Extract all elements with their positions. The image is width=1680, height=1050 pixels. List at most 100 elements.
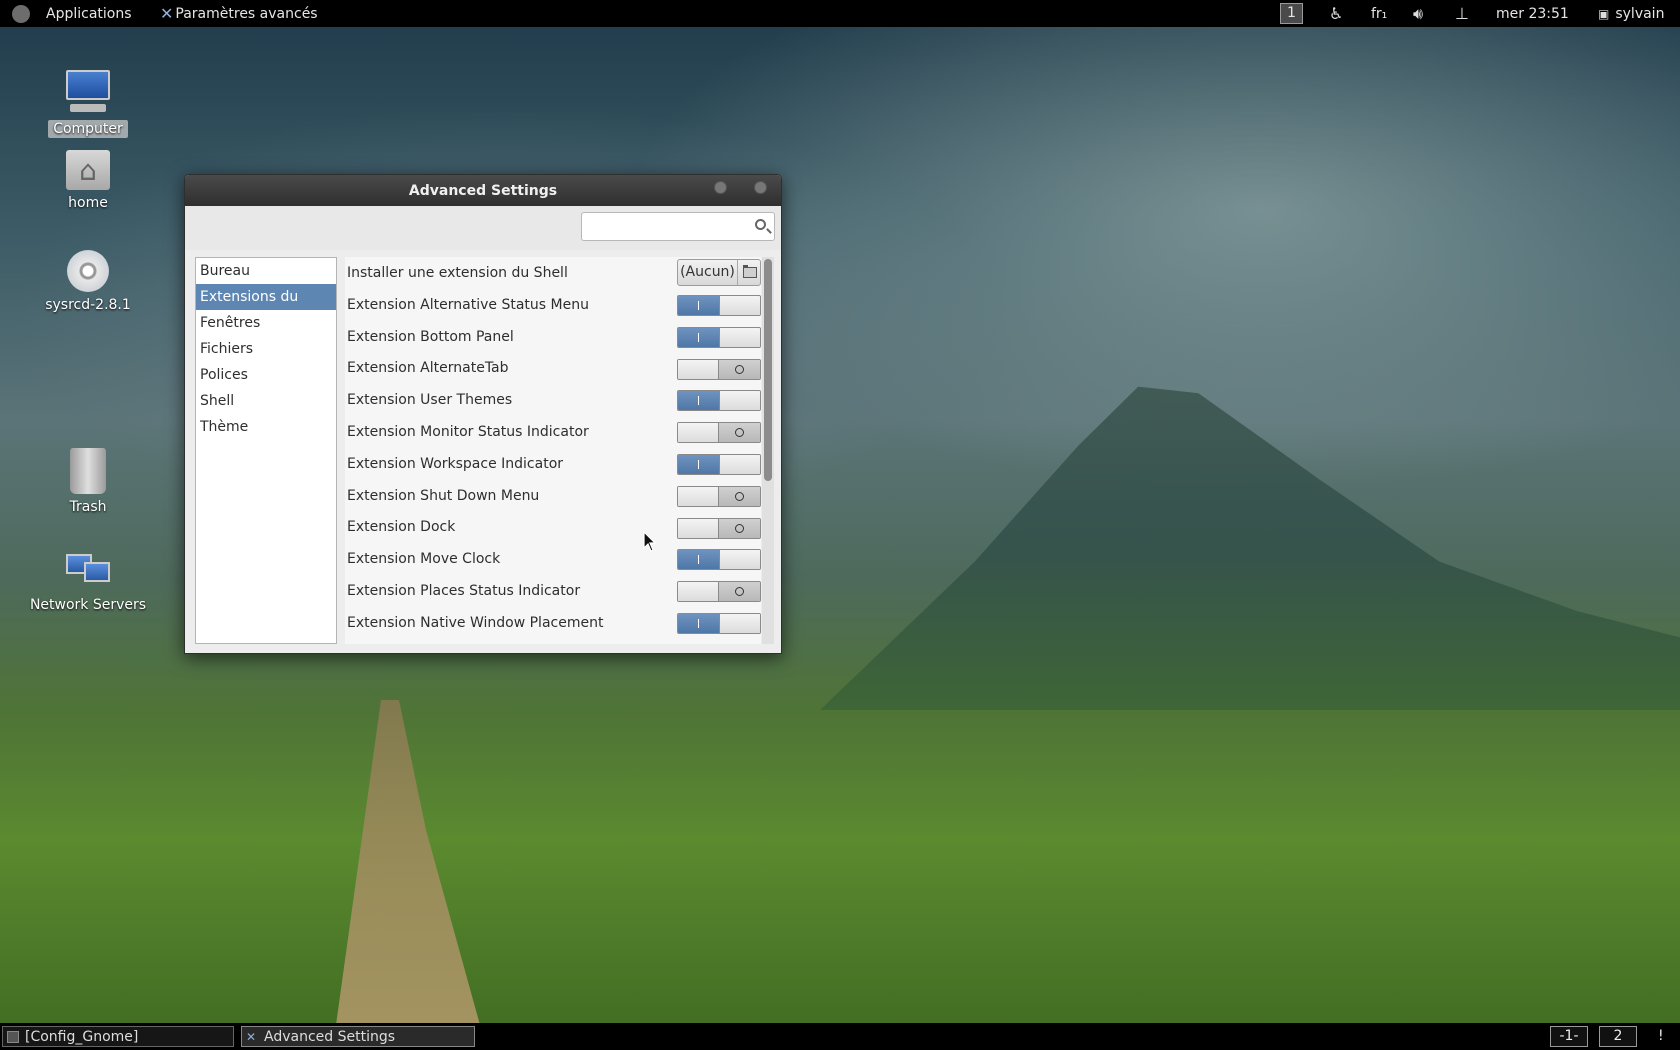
tools-icon: ✕	[246, 1029, 257, 1044]
desktop-icon-disc[interactable]: sysrcd-2.8.1	[13, 250, 163, 314]
search-field[interactable]	[581, 212, 775, 241]
clock[interactable]: mer 23:51	[1496, 0, 1569, 27]
extension-row: Extension Alternative Status Menu	[345, 289, 761, 321]
home-folder-icon	[66, 150, 110, 190]
wallpaper-path	[336, 700, 480, 1025]
sidebar-item-fenetres[interactable]: Fenêtres	[196, 310, 336, 336]
extension-toggle[interactable]	[677, 295, 761, 316]
gnome-foot-icon	[12, 4, 30, 23]
toggle-on-side	[678, 359, 719, 379]
window-titlebar[interactable]: Advanced Settings	[185, 175, 781, 206]
extension-toggle[interactable]	[677, 453, 761, 475]
install-extension-file-button[interactable]: (Aucun)	[677, 259, 761, 286]
toggle-off-side	[719, 613, 760, 633]
bottom-panel: [Config_Gnome] ✕ Advanced Settings -1- 2…	[0, 1023, 1680, 1050]
extension-label: Extension Alternative Status Menu	[347, 296, 589, 313]
task-config-gnome[interactable]: [Config_Gnome]	[2, 1026, 234, 1047]
extension-label: Extension AlternateTab	[347, 360, 509, 377]
extension-label: Extension Bottom Panel	[347, 328, 514, 345]
accessibility-menu[interactable]: ♿	[1329, 0, 1343, 27]
extension-toggle[interactable]	[677, 326, 761, 348]
volume-menu[interactable]: 🔊︎	[1413, 0, 1423, 27]
task-label: Advanced Settings	[264, 1028, 396, 1045]
user-menu[interactable]: ▣ sylvain	[1598, 0, 1664, 27]
extension-row: Extension AlternateTab	[345, 353, 761, 385]
desktop-icon-home[interactable]: home	[13, 150, 163, 212]
toggle-on-side	[678, 296, 719, 315]
extension-toggle[interactable]	[677, 517, 761, 539]
search-icon	[755, 219, 766, 230]
clock-label: mer 23:51	[1496, 5, 1569, 22]
extension-toggle[interactable]	[677, 390, 761, 412]
sidebar-item-extensions[interactable]: Extensions du Shell	[196, 284, 336, 331]
task-label: [Config_Gnome]	[25, 1028, 139, 1045]
install-extension-label: Installer une extension du Shell	[347, 265, 568, 281]
extension-row: Extension Move Clock	[345, 543, 761, 575]
extension-label: Extension Shut Down Menu	[347, 487, 540, 504]
extension-row: Extension Monitor Status Indicator	[345, 416, 761, 448]
extension-row: Extension Dock	[345, 512, 761, 544]
notification-indicator[interactable]: !	[1658, 1023, 1664, 1050]
close-button[interactable]	[754, 181, 767, 194]
workspace-button-1[interactable]: -1-	[1550, 1026, 1588, 1047]
extension-toggle[interactable]	[677, 549, 761, 571]
toggle-off-side	[719, 296, 760, 315]
extension-toggle[interactable]	[677, 485, 761, 507]
scroll-thumb[interactable]	[764, 259, 772, 481]
toggle-on-icon	[698, 459, 699, 469]
desktop-icon-computer[interactable]: Computer	[13, 68, 163, 138]
desktop-icon-network-servers[interactable]: Network Servers	[13, 552, 163, 614]
advanced-settings-window: Advanced Settings Bureau Extensions du S…	[184, 174, 782, 654]
extension-row: Extension User Themes	[345, 384, 761, 416]
task-advanced-settings[interactable]: ✕ Advanced Settings	[241, 1026, 475, 1047]
toggle-off-side	[719, 423, 760, 443]
applications-menu[interactable]: Applications	[12, 0, 132, 27]
disc-icon	[67, 250, 109, 292]
desktop-icon-trash[interactable]: Trash	[13, 448, 163, 516]
toggle-off-icon	[735, 428, 744, 438]
sidebar-item-polices[interactable]: Polices	[196, 362, 336, 388]
sidebar-item-fichiers[interactable]: Fichiers	[196, 336, 336, 362]
toggle-on-icon	[698, 301, 699, 310]
trash-icon	[70, 448, 106, 494]
toggle-off-side	[719, 550, 760, 570]
extension-row: Extension Bottom Panel	[345, 321, 761, 353]
network-menu[interactable]: ⊥	[1455, 0, 1469, 27]
keyboard-layout[interactable]: fr₁	[1371, 0, 1387, 27]
scrollbar[interactable]	[762, 257, 774, 644]
sidebar-item-bureau[interactable]: Bureau	[196, 258, 336, 284]
minimize-button[interactable]	[714, 181, 727, 194]
extension-toggle[interactable]	[677, 358, 761, 380]
sidebar-item-shell[interactable]: Shell	[196, 388, 336, 414]
toggle-off-side	[719, 327, 760, 347]
keyboard-layout-label: fr₁	[1371, 5, 1388, 22]
workspace-indicator[interactable]: 1	[1280, 0, 1303, 27]
app-menu[interactable]: ✕ Paramètres avancés	[160, 0, 318, 27]
toggle-on-side	[678, 486, 719, 506]
tools-icon: ✕	[160, 4, 174, 23]
extension-toggle[interactable]	[677, 612, 761, 634]
search-input[interactable]	[582, 213, 742, 240]
network-servers-icon	[66, 552, 110, 592]
install-extension-row: Installer une extension du Shell (Aucun)	[345, 257, 761, 289]
extension-toggle[interactable]	[677, 581, 761, 603]
user-icon: ▣	[1598, 6, 1610, 21]
volume-icon: 🔊︎	[1413, 3, 1424, 23]
accessibility-icon: ♿	[1329, 4, 1344, 23]
extensions-list: Installer une extension du Shell (Aucun)…	[345, 257, 761, 644]
desktop-icon-label: home	[68, 195, 108, 211]
toggle-off-icon	[735, 491, 744, 501]
toggle-off-icon	[735, 364, 744, 374]
toggle-on-side	[678, 518, 719, 538]
app-menu-label: Paramètres avancés	[175, 5, 318, 22]
extension-row: Extension Places Status Indicator	[345, 575, 761, 607]
toggle-on-side	[678, 582, 719, 602]
extension-label: Extension Move Clock	[347, 551, 501, 568]
workspace-button-2[interactable]: 2	[1599, 1026, 1637, 1047]
desktop-icon-label: Trash	[69, 499, 107, 515]
extension-row: Extension Shut Down Menu	[345, 480, 761, 512]
desktop-icon-label: sysrcd-2.8.1	[45, 297, 131, 313]
extension-toggle[interactable]	[677, 422, 761, 444]
user-label: sylvain	[1615, 5, 1665, 22]
sidebar-item-theme[interactable]: Thème	[196, 414, 336, 440]
